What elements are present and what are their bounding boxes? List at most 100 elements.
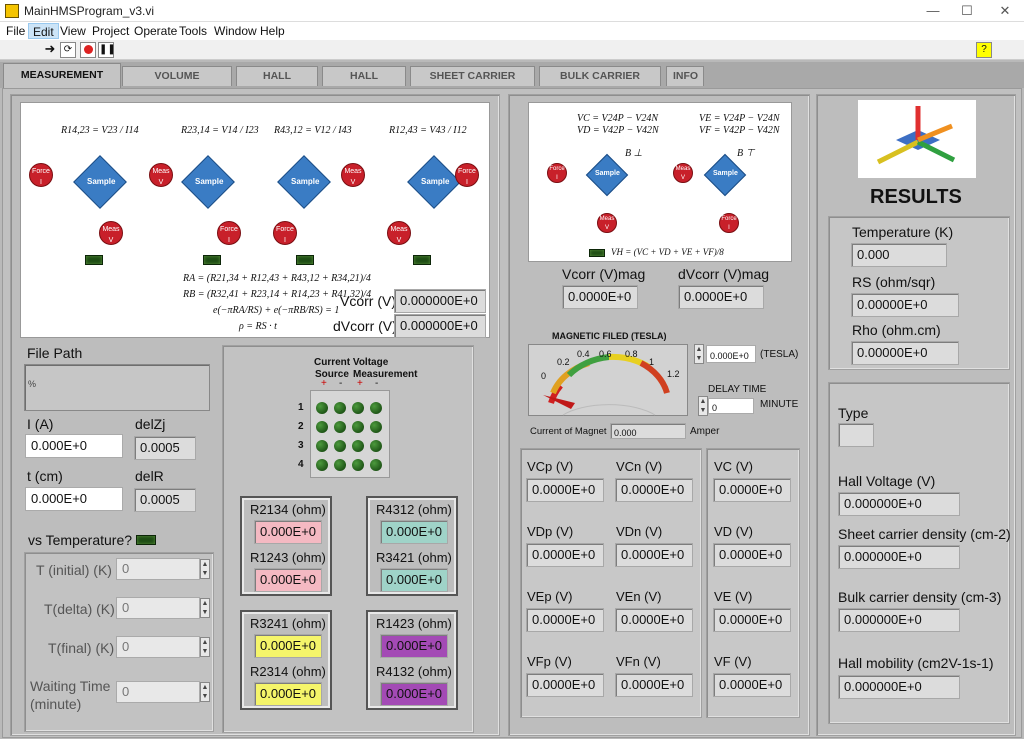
vc-field: 0.0000E+0 [713,478,791,502]
switch-4-2[interactable] [334,459,346,471]
formula-r1423: R14,23 = V23 / I14 [61,125,139,136]
switch-3-3[interactable] [352,440,364,452]
sign-plus: + [357,378,363,389]
delay-input[interactable]: 0 [708,398,754,414]
vf-label: VF (V) [714,654,752,669]
current-of-magnet-label: Current of Magnet [530,426,607,437]
vcorr-field: 0.000000E+0 [394,289,486,313]
r2134-field: 0.000E+0 [254,520,322,544]
tab-bulk-carrier-density[interactable]: BULK CARRIER DENSITY [539,66,661,100]
vs-temperature-label: vs Temperature? [28,532,133,548]
r3421-label: R3421 (ohm) [376,550,452,565]
row-label-4: 4 [298,459,304,470]
switch-3-4[interactable] [370,440,382,452]
tesla-input[interactable]: 0.000E+0 [706,345,756,363]
tab-measurement-data[interactable]: MEASUREMENT DATA [3,63,121,103]
tesla-spinner[interactable]: ▲ ▼ [694,344,704,364]
switch-1-1[interactable] [316,402,328,414]
force-icon: Force I [217,221,241,245]
tab-hall-voltage[interactable]: HALL VOLTAGE [236,66,318,100]
close-button[interactable]: ✕ [988,0,1022,22]
vcn-label: VCn (V) [616,459,663,474]
window-title: MainHMSProgram_v3.vi [24,4,155,18]
gauge-tick: 1.2 [667,369,680,379]
minimize-button[interactable]: — [916,0,950,22]
abort-icon[interactable] [80,42,96,58]
hall-voltage-label: Hall Voltage (V) [838,473,936,489]
hall-diagram: VC = V24P − V24N VD = V42P − V42N VE = V… [528,102,792,262]
menu-file[interactable]: File [2,23,29,39]
menu-help[interactable]: Help [256,23,289,39]
run-arrow-icon[interactable]: ➜ [42,42,58,58]
vc-label: VC (V) [714,459,753,474]
switch-3-1[interactable] [316,440,328,452]
switch-2-2[interactable] [334,421,346,433]
switch-2-3[interactable] [352,421,364,433]
vs-temperature-toggle[interactable] [136,535,156,545]
tesla-unit: (TESLA) [760,349,799,360]
switch-4-4[interactable] [370,459,382,471]
switch-4-1[interactable] [316,459,328,471]
menu-bar: File Edit View Project Operate Tools Win… [0,22,1024,40]
sample-diagram-1: Sample [69,151,131,213]
switch-1-3[interactable] [352,402,364,414]
delay-spinner[interactable]: ▲ ▼ [698,396,708,416]
tab-hall-mobility[interactable]: HALL MOBILITY [322,66,406,100]
t-delta-label: T(delta) (K) [44,601,115,617]
waiting-time-spinner[interactable]: ▲ ▼ [200,682,210,702]
tab-volume-resistivity[interactable]: VOLUME RESISTIVITY [122,66,232,100]
ven-field: 0.0000E+0 [615,608,693,632]
switch-1-2[interactable] [334,402,346,414]
maximize-button[interactable]: ☐ [950,0,984,22]
menu-project[interactable]: Project [88,23,133,39]
path-icon: % [28,379,37,389]
r1423-field: 0.000E+0 [380,634,448,658]
delzj-field: 0.0005 [134,436,196,460]
sign-minus: - [339,378,343,389]
menu-edit[interactable]: Edit [28,23,59,39]
rho-field: 0.00000E+0 [851,341,959,365]
switch-2-4[interactable] [370,421,382,433]
r4312-label: R4312 (ohm) [376,502,452,517]
t-delta-input[interactable]: 0 [116,597,200,619]
dvcorr-mag-field: 0.0000E+0 [678,285,764,309]
run-continuous-icon[interactable]: ⟳ [60,42,76,58]
r4132-field: 0.000E+0 [380,682,448,706]
t-initial-input[interactable]: 0 [116,558,200,580]
tab-sheet-carrier-density[interactable]: SHEET CARRIER DENSITY [410,66,535,100]
switch-2-1[interactable] [316,421,328,433]
t-initial-spinner[interactable]: ▲ ▼ [200,559,210,579]
file-path-input[interactable]: % [24,364,210,411]
t-final-spinner[interactable]: ▲ ▼ [200,637,210,657]
formula-vh: VH = (VC + VD + VE + VF)/8 [611,247,724,257]
vcn-field: 0.0000E+0 [615,478,693,502]
t-final-input[interactable]: 0 [116,636,200,658]
t-delta-spinner[interactable]: ▲ ▼ [200,598,210,618]
menu-view[interactable]: View [56,23,90,39]
menu-operate[interactable]: Operate [130,23,181,39]
vcorr-mag-label: Vcorr (V)mag [562,266,646,282]
menu-window[interactable]: Window [210,23,261,39]
thickness-input[interactable]: 0.000E+0 [25,487,123,511]
sample-label: Sample [291,177,320,186]
tab-info[interactable]: INFO [666,66,704,86]
gauge-tick: 0.6 [599,349,612,359]
pause-icon[interactable]: ❚❚ [98,42,116,58]
force-icon: Force I [719,213,739,233]
help-icon[interactable]: ? [976,42,992,58]
temperature-field: 0.000 [851,243,947,267]
waiting-time-unit: (minute) [30,696,82,712]
matrix-title: Current Voltage [314,357,389,368]
vcorr-label: Vcorr (V) [340,293,396,309]
switch-4-3[interactable] [352,459,364,471]
magnetic-field-title: MAGNETIC FILED (TESLA) [552,331,667,341]
file-path-label: File Path [27,345,83,361]
current-input[interactable]: 0.000E+0 [25,434,123,458]
switch-3-2[interactable] [334,440,346,452]
switch-1-4[interactable] [370,402,382,414]
vdp-field: 0.0000E+0 [526,543,604,567]
led-4 [413,255,431,265]
r3241-label: R3241 (ohm) [250,616,326,631]
waiting-time-input[interactable]: 0 [116,681,200,703]
menu-tools[interactable]: Tools [175,23,211,39]
